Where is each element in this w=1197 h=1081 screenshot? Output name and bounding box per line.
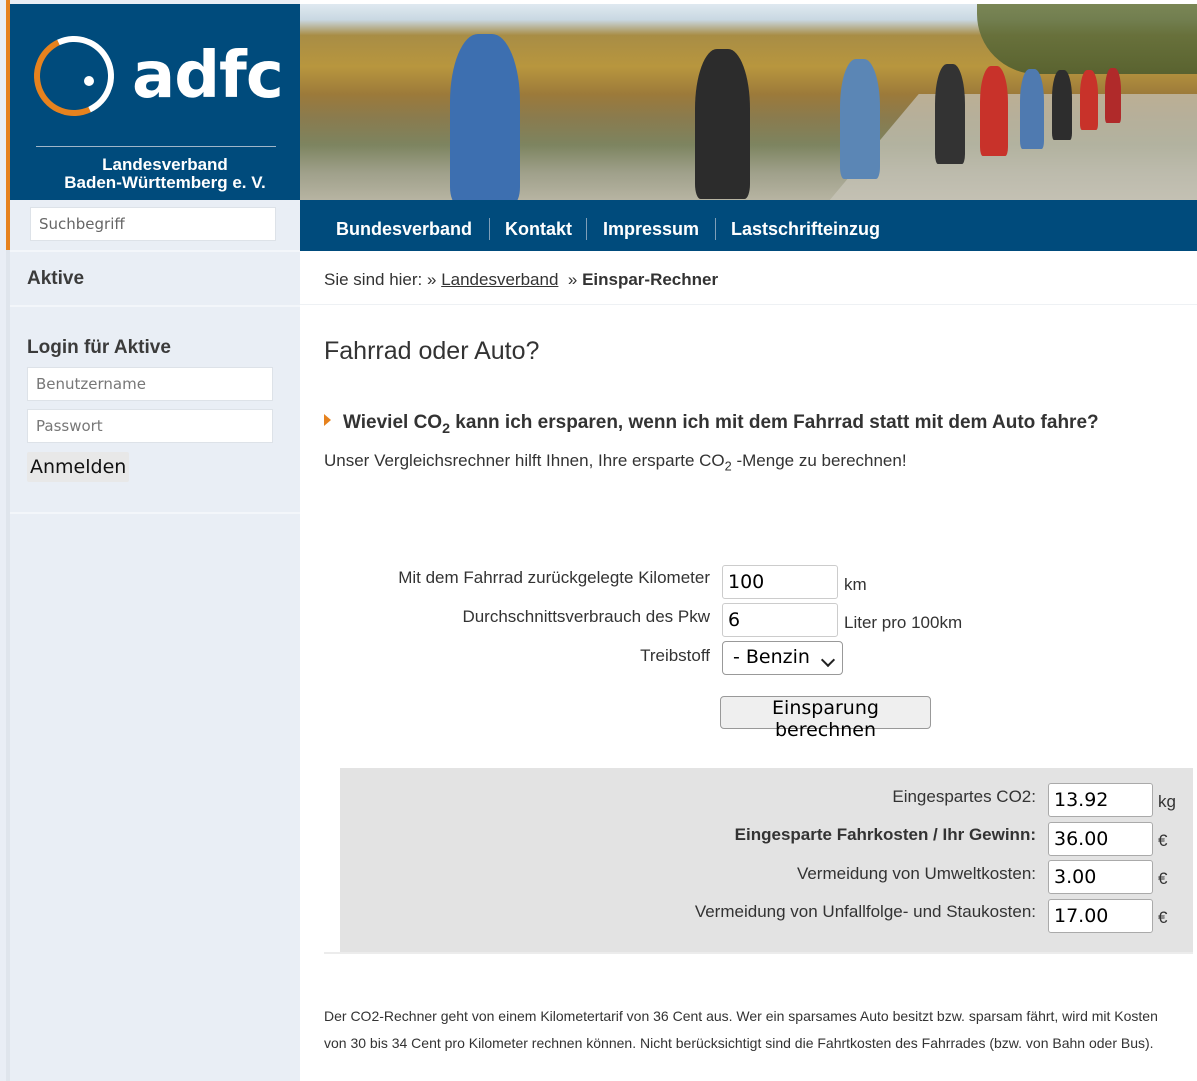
- logo-divider: [36, 146, 276, 147]
- consumption-label: Durchschnittsverbrauch des Pkw: [462, 607, 710, 626]
- intro-subscript: 2: [724, 458, 732, 474]
- km-input[interactable]: [722, 565, 838, 599]
- username-field[interactable]: [27, 367, 273, 401]
- accident-cost-field[interactable]: [1048, 899, 1153, 933]
- nav-item-lastschrifteinzug[interactable]: Lastschrifteinzug: [731, 200, 880, 251]
- logo-subtitle-line1: Landesverband: [102, 155, 228, 174]
- accident-cost-label: Vermeidung von Unfallfolge- und Staukost…: [694, 902, 1036, 921]
- logo-subtitle: Landesverband Baden-Württemberg e. V.: [20, 156, 310, 192]
- breadcrumb-current: Einspar-Rechner: [582, 270, 719, 289]
- triangle-bullet-icon: [324, 414, 331, 426]
- page: adfc Landesverband Baden-Württemberg e. …: [0, 0, 1197, 1081]
- nav-separator: [715, 218, 716, 240]
- photo-trees: [977, 4, 1197, 74]
- photo-cyclist: [935, 64, 965, 164]
- page-title: Fahrrad oder Auto?: [324, 337, 540, 365]
- sidebar-divider: [10, 250, 300, 252]
- co2-saved-field[interactable]: [1048, 783, 1153, 817]
- env-cost-unit: €: [1158, 869, 1168, 888]
- login-button[interactable]: Anmelden: [27, 452, 130, 482]
- results-divider: [324, 952, 1193, 954]
- fuel-select-value: - Benzin: [733, 646, 810, 668]
- photo-cyclist: [1105, 68, 1121, 123]
- sidebar-edge: [6, 250, 10, 1081]
- nav-separator: [586, 218, 587, 240]
- intro-text: Unser Vergleichsrechner hilft Ihnen, Ihr…: [324, 451, 907, 474]
- env-cost-label: Vermeidung von Umweltkosten:: [796, 864, 1036, 883]
- intro-text-part1: Unser Vergleichsrechner hilft Ihnen, Ihr…: [324, 451, 725, 470]
- nav-item-impressum[interactable]: Impressum: [603, 200, 699, 251]
- nav-item-bundesverband[interactable]: Bundesverband: [336, 200, 472, 251]
- photo-cyclist: [840, 59, 880, 179]
- logo-subtitle-line2: Baden-Württemberg e. V.: [64, 173, 266, 192]
- nav-separator: [489, 218, 490, 240]
- password-field[interactable]: [27, 409, 273, 443]
- question-heading: Wieviel CO2 kann ich ersparen, wenn ich …: [324, 412, 1099, 437]
- fuel-label: Treibstoff: [640, 646, 710, 665]
- accident-cost-unit: €: [1158, 908, 1168, 927]
- logo-ring-icon: [22, 24, 126, 128]
- co2-saved-unit: kg: [1158, 792, 1176, 811]
- breadcrumb-divider: [300, 304, 1197, 305]
- top-navigation: Bundesverband Kontakt Impressum Lastschr…: [300, 200, 1197, 251]
- breadcrumb-link-landesverband[interactable]: Landesverband: [441, 270, 558, 289]
- logo-dot-icon: [84, 76, 94, 86]
- photo-cyclist: [980, 66, 1008, 156]
- question-text-part2: kann ich ersparen, wenn ich mit dem Fahr…: [450, 412, 1099, 433]
- cost-saved-field[interactable]: [1048, 822, 1153, 856]
- breadcrumb-prefix: Sie sind hier: »: [324, 270, 437, 289]
- km-label: Mit dem Fahrrad zurückgelegte Kilometer: [398, 568, 710, 587]
- breadcrumb: Sie sind hier: » Landesverband » Einspar…: [324, 270, 718, 290]
- header-photo: [300, 4, 1197, 200]
- km-unit: km: [844, 575, 867, 594]
- breadcrumb-separator: »: [567, 270, 578, 289]
- co2-saved-label: Eingespartes CO2:: [892, 787, 1036, 806]
- photo-cyclist: [1052, 70, 1072, 140]
- calculation-note: Der CO2-Rechner geht von einem Kilometer…: [324, 1008, 1158, 1051]
- logo-wordmark: adfc: [132, 39, 284, 113]
- question-text-part1: Wieviel CO: [343, 412, 443, 433]
- sidebar-divider: [10, 512, 300, 514]
- consumption-unit: Liter pro 100km: [844, 613, 963, 632]
- sidebar-divider: [10, 305, 300, 307]
- photo-cyclist: [1080, 70, 1098, 130]
- cost-saved-unit: €: [1158, 831, 1168, 850]
- photo-cyclist: [450, 34, 520, 200]
- calculate-button[interactable]: Einsparung berechnen: [720, 696, 931, 741]
- sidebar-aktive-heading[interactable]: Aktive: [27, 268, 84, 290]
- login-title: Login für Aktive: [27, 337, 171, 358]
- chevron-down-icon: [820, 652, 836, 668]
- fuel-select[interactable]: - Benzin: [722, 641, 843, 675]
- consumption-input[interactable]: [722, 603, 838, 637]
- question-subscript: 2: [442, 420, 451, 437]
- env-cost-field[interactable]: [1048, 860, 1153, 894]
- search-input[interactable]: [30, 207, 276, 241]
- adfc-logo[interactable]: adfc Landesverband Baden-Württemberg e. …: [10, 4, 300, 200]
- intro-text-part2: -Menge zu berechnen!: [731, 451, 907, 470]
- photo-cyclist: [1020, 69, 1044, 149]
- cost-saved-label: Eingesparte Fahrkosten / Ihr Gewinn:: [734, 825, 1036, 844]
- photo-cyclist: [695, 49, 750, 199]
- nav-item-kontakt[interactable]: Kontakt: [505, 200, 572, 251]
